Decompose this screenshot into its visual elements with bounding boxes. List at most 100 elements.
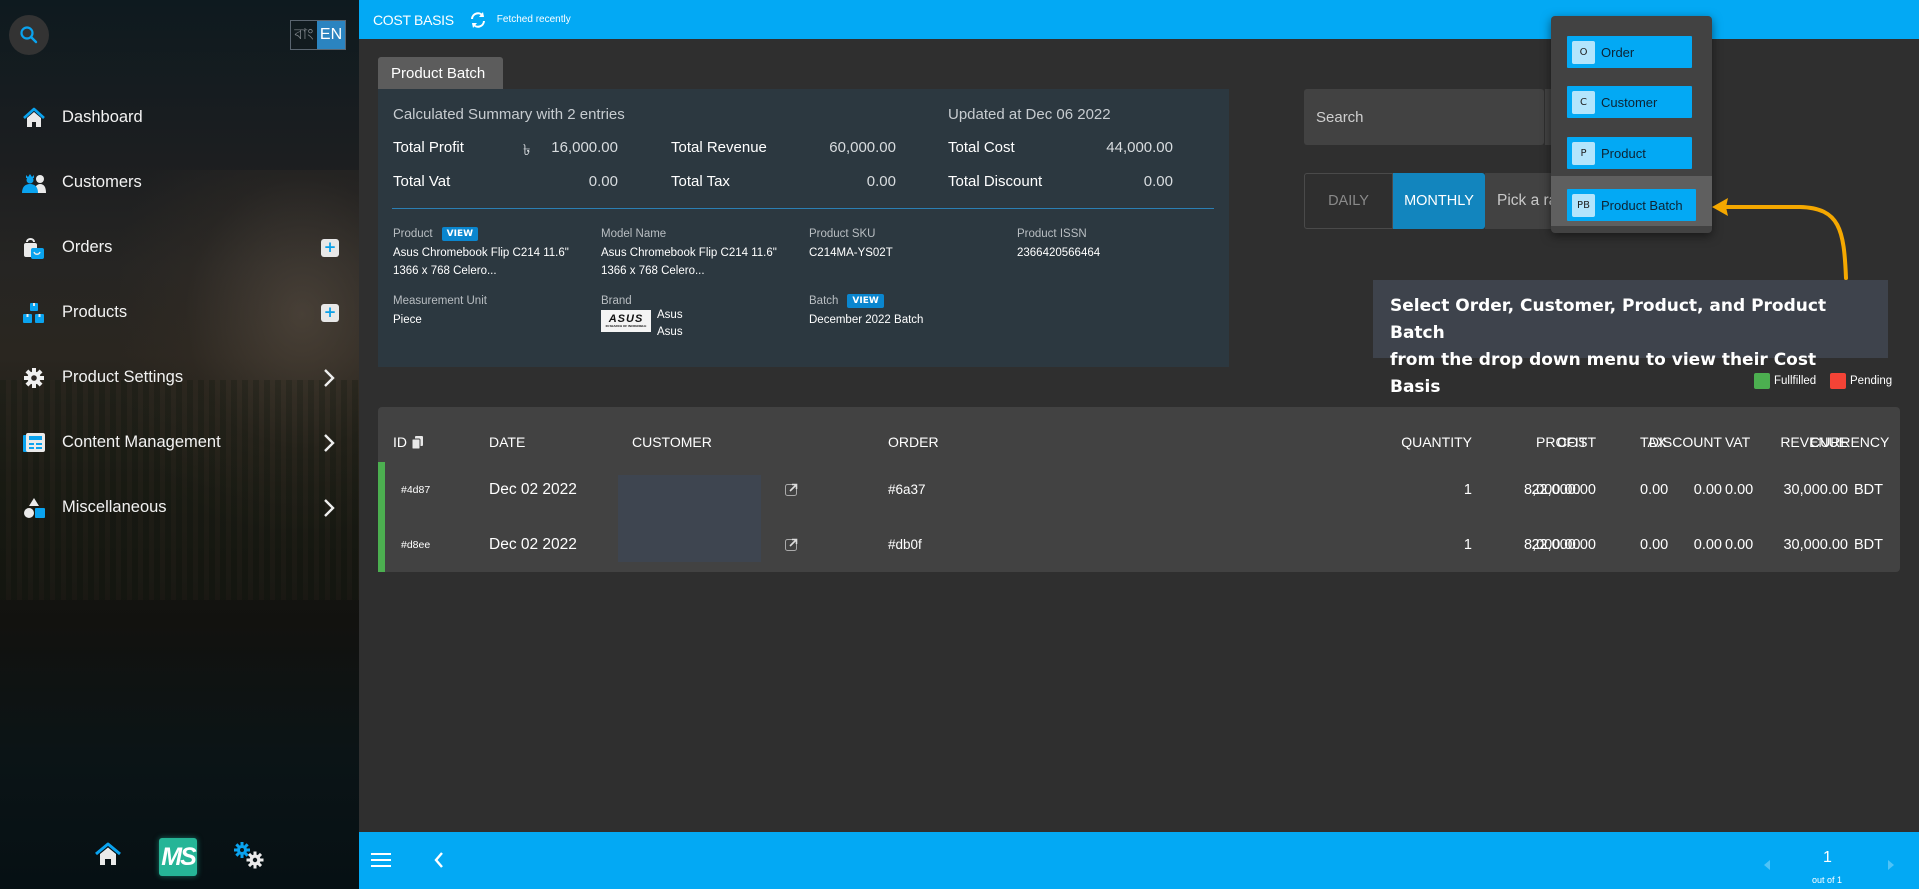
shapes-icon [21,495,47,521]
total-profit-value: 16,000.00 [551,139,618,156]
header-order: ORDER [888,434,939,450]
sidebar-item-miscellaneous[interactable]: Miscellaneous [0,475,359,540]
table-row[interactable]: #d8ee Dec 02 2022 #db0f 1 22,000.00 0.00… [378,517,1900,572]
dropdown-item-order[interactable]: O Order [1551,28,1712,78]
next-page-button[interactable] [1887,855,1894,874]
cell-tax: 0.00 [1640,481,1669,498]
sidebar-item-label: Orders [62,238,113,256]
tab-monthly[interactable]: MONTHLY [1393,173,1485,229]
cell-currency: BDT [1854,481,1883,498]
cell-vat: 0.00 [1725,481,1754,498]
unit-label: Measurement Unit [393,295,487,307]
caret-left-icon [1764,860,1770,870]
sidebar-item-label: Products [62,303,128,321]
sku-value: C214MA-YS02T [809,247,893,259]
cell-date: Dec 02 2022 [489,535,577,553]
dropdown-item-label: Product [1601,145,1646,161]
sidebar-item-products[interactable]: Products + [0,280,359,345]
settings-shortcut-button[interactable] [232,840,266,874]
updated-at: Updated at Dec 06 2022 [948,106,1111,123]
total-discount-label: Total Discount [948,173,1043,190]
total-cost-label: Total Cost [948,139,1015,156]
header-id: ID [393,434,423,450]
sidebar-item-product-settings[interactable]: Product Settings [0,345,359,410]
dropdown-item-product-batch[interactable]: PB Product Batch [1551,176,1712,226]
cell-quantity: 1 [1463,481,1472,498]
add-product-button[interactable]: + [321,303,339,322]
search-input[interactable]: Search [1304,89,1544,145]
pending-swatch [1830,373,1846,389]
total-profit-label: Total Profit [393,139,464,156]
cell-profit: 8,000.00 [1524,536,1581,553]
cell-discount: 0.00 [1693,481,1722,498]
chevron-right-icon [324,368,335,387]
legend-fulfilled: Fullfilled [1754,373,1816,389]
sku-label: Product SKU [809,228,876,240]
dropdown-item-product[interactable]: P Product [1551,129,1712,179]
legend-pending: Pending [1830,373,1892,389]
cell-profit: 8,000.00 [1524,481,1581,498]
annotation-line1: Select Order, Customer, Product, and Pro… [1390,296,1827,343]
search-icon [20,26,38,44]
legend-label: Pending [1850,375,1893,387]
total-tax-label: Total Tax [671,173,730,190]
boxes-icon [21,300,47,326]
sidebar-item-orders[interactable]: Orders + [0,215,359,280]
app-logo[interactable]: MS [159,838,197,876]
sidebar-nav: Dashboard Customers Orders + Products + [0,85,359,540]
page-total: out of 1 [1812,875,1843,885]
sidebar-item-content-management[interactable]: Content Management [0,410,359,475]
language-en[interactable]: EN [317,21,345,49]
sidebar-item-label: Dashboard [62,108,143,126]
total-discount-value: 0.00 [1143,173,1173,190]
detail-product: Product VIEW Asus Chromebook Flip C214 11… [393,227,569,280]
dropdown-item-customer[interactable]: C Customer [1551,78,1712,128]
language-switcher[interactable]: বাং EN [290,20,346,50]
view-batch-button[interactable]: VIEW [847,294,884,308]
cell-vat: 0.00 [1725,536,1754,553]
chevron-right-icon [324,433,335,452]
open-customer-link[interactable] [785,517,798,572]
sidebar-item-dashboard[interactable]: Dashboard [0,85,359,150]
issn-label: Product ISSN [1017,228,1087,240]
refresh-button[interactable] [468,11,488,29]
sidebar: বাং EN Dashboard Customers Orders + Prod… [0,0,359,889]
detail-sku: Product SKU C214MA-YS02T [809,227,893,262]
language-bn[interactable]: বাং [291,21,317,49]
brand-logo: ASUS IN SEARCH OF INCREDIBLE [601,310,651,332]
dropdown-item-label: Order [1601,44,1635,60]
total-revenue-value: 60,000.00 [829,139,896,156]
cost-basis-table: ID DATE CUSTOMER ORDER QUANTITY COST DIS… [378,407,1900,572]
chevron-left-icon [434,852,443,868]
copy-icon[interactable] [412,435,423,449]
model-value-line1: Asus Chromebook Flip C214 11.6" [601,247,777,259]
newspaper-icon [21,430,47,456]
sidebar-item-label: Content Management [62,433,221,451]
add-order-button[interactable]: + [321,238,339,257]
date-range-controls: DAILY MONTHLY Pick a ra [1304,173,1565,229]
gear-icon [21,365,47,391]
table-row[interactable]: #4d87 Dec 02 2022 #6a37 1 22,000.00 0.00… [378,462,1900,517]
view-product-button[interactable]: VIEW [441,227,479,241]
sidebar-item-label: Miscellaneous [62,498,167,516]
home-shortcut-button[interactable] [94,841,122,871]
sidebar-item-customers[interactable]: Customers [0,150,359,215]
divider [392,208,1214,209]
cell-order[interactable]: #6a37 [888,462,926,517]
tab-daily[interactable]: DAILY [1304,173,1393,229]
detail-issn: Product ISSN 2366420566464 [1017,227,1100,262]
unit-value: Piece [393,314,422,326]
detail-brand: Brand ASUS IN SEARCH OF INCREDIBLE Asus As… [601,294,683,341]
menu-button[interactable] [371,851,391,873]
cell-order[interactable]: #db0f [888,517,922,572]
open-customer-link[interactable] [785,462,798,517]
header-date: DATE [489,434,526,450]
fulfilled-swatch [1754,373,1770,389]
prev-page-button[interactable] [1764,855,1771,874]
back-button[interactable] [433,851,445,873]
header-profit: PROFIT [1536,434,1588,450]
batch-label: Batch [809,295,839,307]
summary-caption: Calculated Summary with 2 entries [393,106,625,123]
search-button[interactable] [9,15,49,55]
cell-id: #d8ee [401,538,431,551]
